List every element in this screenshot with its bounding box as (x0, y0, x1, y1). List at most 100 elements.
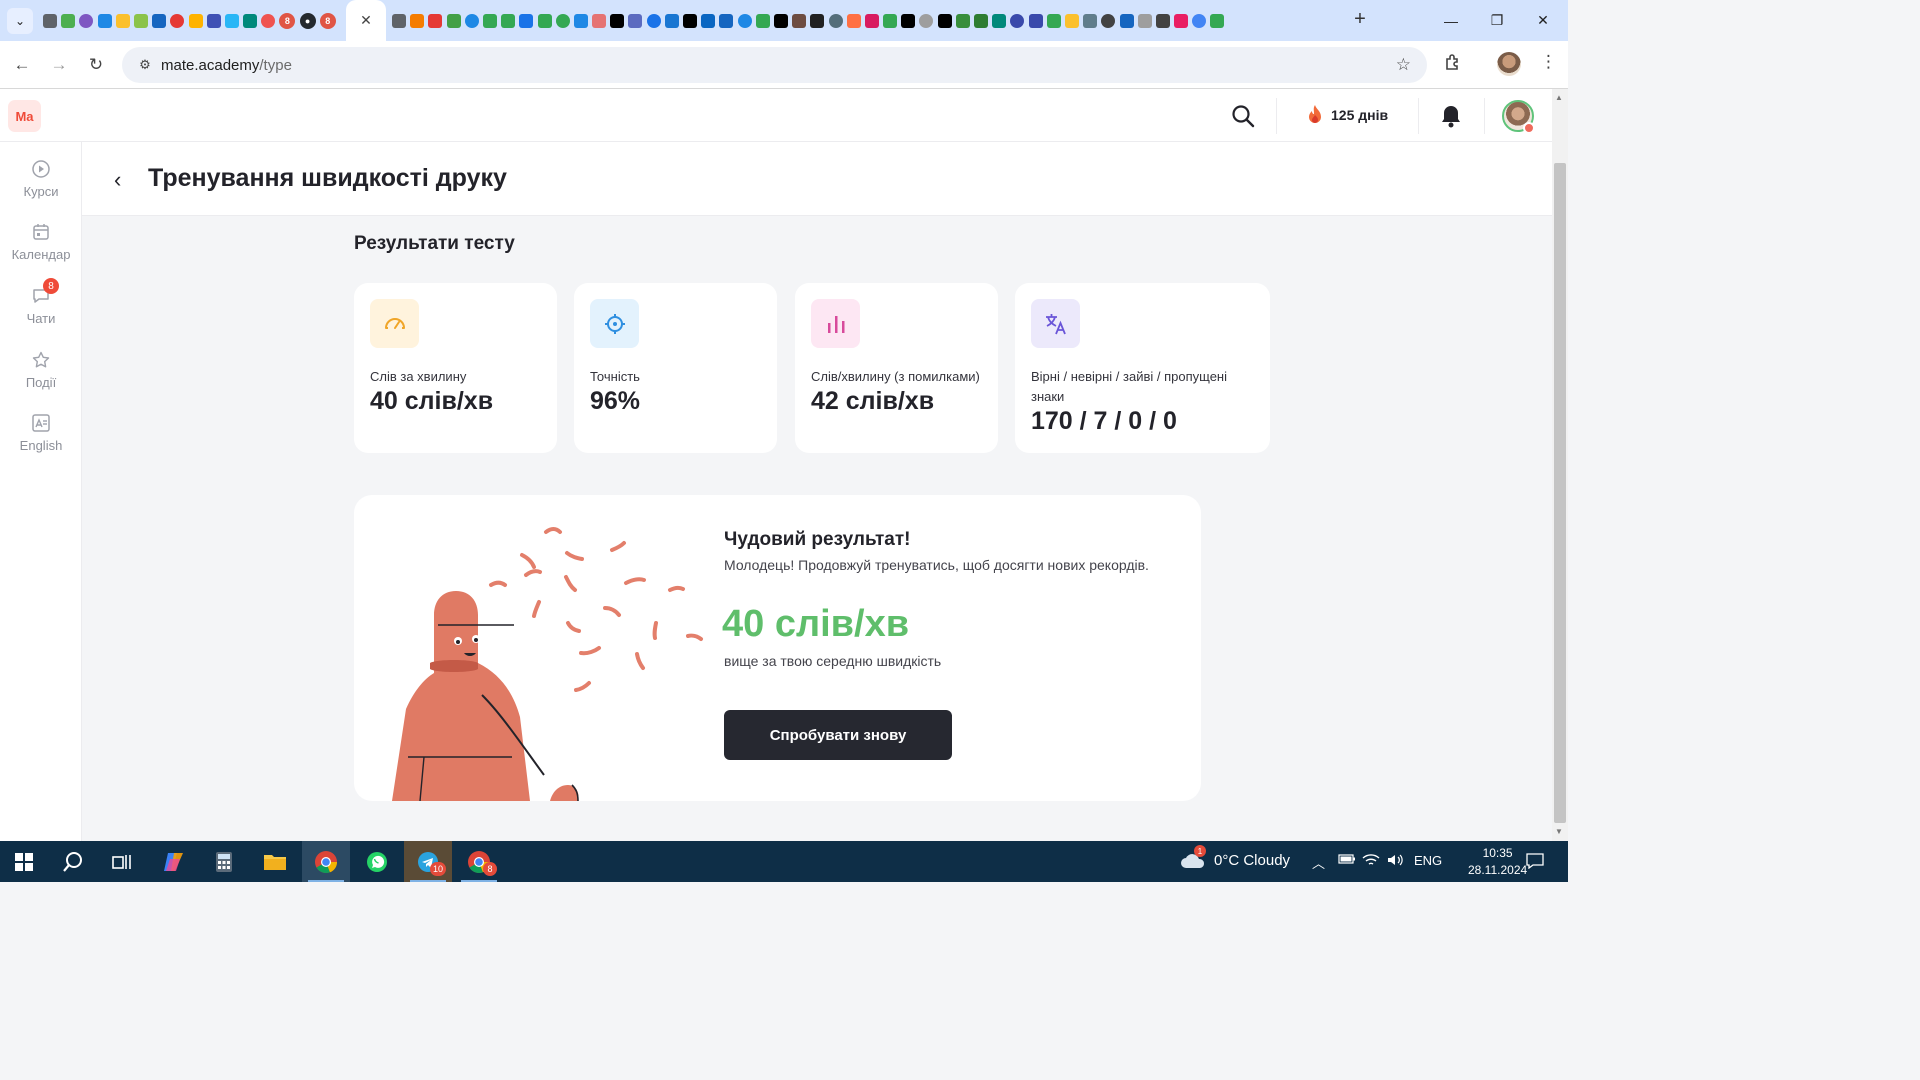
tab-favicon-icon[interactable] (1155, 13, 1170, 28)
tab-favicon-icon[interactable] (555, 13, 570, 28)
task-view-icon[interactable] (98, 841, 146, 882)
volume-icon[interactable] (1386, 853, 1404, 870)
retry-button[interactable]: Спробувати знову (724, 710, 952, 760)
chrome-taskbar-icon[interactable] (302, 841, 350, 882)
tab-favicon-icon[interactable] (188, 13, 203, 28)
tab-badge-icon[interactable]: 8 (279, 12, 296, 29)
tab-favicon-icon[interactable] (664, 13, 679, 28)
tab-favicon-icon[interactable] (1028, 13, 1043, 28)
browser-profile-avatar[interactable] (1497, 52, 1521, 76)
tab-favicon-icon[interactable] (974, 13, 988, 28)
weather-widget[interactable]: 1 0°C Cloudy (1180, 845, 1290, 869)
scroll-thumb[interactable] (1554, 163, 1566, 823)
tab-favicon-icon[interactable] (115, 13, 130, 28)
whatsapp-icon[interactable] (353, 841, 401, 882)
bookmark-star-icon[interactable]: ☆ (1396, 55, 1411, 75)
forward-arrow-icon[interactable]: → (47, 53, 71, 77)
back-arrow-icon[interactable]: ← (10, 53, 34, 77)
tab-favicon-icon[interactable] (1083, 13, 1098, 28)
tab-favicon-icon[interactable] (937, 13, 952, 28)
tab-favicon-icon[interactable] (482, 13, 497, 28)
tab-favicon-icon[interactable] (864, 13, 879, 28)
extensions-icon[interactable] (1444, 53, 1462, 76)
tab-favicon-icon[interactable] (955, 13, 970, 28)
tab-favicon-icon[interactable] (628, 13, 643, 28)
tab-favicon-icon[interactable] (719, 13, 734, 28)
copilot-icon[interactable] (150, 841, 198, 882)
bell-icon[interactable] (1440, 104, 1462, 128)
search-icon[interactable] (1231, 104, 1255, 128)
tab-favicon-icon[interactable] (61, 13, 76, 28)
tab-favicon-icon[interactable] (206, 13, 221, 28)
tab-favicon-icon[interactable] (1119, 13, 1134, 28)
sidebar-item-chats[interactable]: 8 Чати (0, 278, 82, 326)
tab-favicon-icon[interactable] (501, 13, 516, 28)
reload-icon[interactable]: ↻ (84, 53, 108, 77)
telegram-icon[interactable]: 10 (404, 841, 452, 882)
tab-favicon-icon[interactable] (79, 13, 94, 28)
tab-badge-icon[interactable]: 8 (319, 12, 336, 29)
scroll-down-arrow-icon[interactable]: ▼ (1555, 827, 1563, 836)
tab-favicon-icon[interactable] (428, 13, 443, 28)
tab-favicon-icon[interactable] (1064, 13, 1079, 28)
file-explorer-icon[interactable] (251, 841, 299, 882)
tab-favicon-icon[interactable] (1010, 13, 1025, 28)
chrome-profile-taskbar-icon[interactable]: 8 (455, 841, 503, 882)
site-info-icon[interactable]: ⚙ (130, 57, 160, 73)
tab-search-button[interactable]: ⌄ (7, 7, 33, 34)
tab-favicon-icon[interactable] (1137, 13, 1152, 28)
tab-favicon-icon[interactable] (773, 13, 788, 28)
tab-favicon-icon[interactable] (133, 13, 148, 28)
tab-favicon-icon[interactable] (883, 13, 898, 28)
tab-favicon-icon[interactable] (701, 13, 716, 28)
tab-favicon-icon[interactable] (537, 13, 552, 28)
tab-favicon-icon[interactable] (646, 13, 661, 28)
windows-start-icon[interactable] (0, 841, 48, 882)
page-scrollbar[interactable]: ▲ ▼ (1552, 89, 1568, 841)
tab-favicon-icon[interactable] (243, 13, 258, 28)
tab-favicon-icon[interactable] (792, 13, 807, 28)
tab-favicon-icon[interactable] (464, 13, 479, 28)
github-tab-icon[interactable]: ● (299, 12, 316, 29)
input-language[interactable]: ENG (1414, 853, 1442, 868)
address-bar[interactable]: ⚙ mate.academy/type ☆ (122, 47, 1427, 83)
tab-favicon-icon[interactable] (261, 13, 276, 28)
minimize-button[interactable]: — (1428, 0, 1474, 41)
scroll-up-arrow-icon[interactable]: ▲ (1555, 93, 1563, 102)
browser-menu-icon[interactable]: ⋮ (1540, 52, 1557, 72)
tab-favicon-icon[interactable] (755, 13, 770, 28)
restore-button[interactable]: ❐ (1474, 0, 1520, 41)
tab-favicon-icon[interactable] (446, 13, 461, 28)
system-clock[interactable]: 10:35 28.11.2024 (1468, 845, 1527, 879)
tab-favicon-icon[interactable] (170, 13, 185, 28)
tab-favicon-icon[interactable] (1046, 13, 1061, 28)
close-window-button[interactable]: ✕ (1520, 0, 1566, 41)
tab-favicon-icon[interactable] (810, 13, 825, 28)
tab-favicon-icon[interactable] (592, 13, 607, 28)
taskbar-search-icon[interactable] (49, 841, 97, 882)
tray-overflow-chevron-icon[interactable]: ︿ (1312, 853, 1325, 872)
calculator-icon[interactable] (200, 841, 248, 882)
tab-favicon-icon[interactable] (992, 13, 1007, 28)
tab-favicon-icon[interactable] (97, 13, 112, 28)
streak-counter[interactable]: 125 днів (1305, 104, 1388, 126)
sidebar-item-calendar[interactable]: Календар (0, 222, 82, 262)
tab-favicon-icon[interactable] (737, 13, 752, 28)
tab-favicon-icon[interactable] (846, 13, 861, 28)
tab-favicon-icon[interactable] (410, 13, 425, 28)
notification-center-icon[interactable] (1526, 853, 1544, 872)
tab-favicon-icon[interactable] (1210, 13, 1225, 28)
tab-favicon-icon[interactable] (1192, 13, 1207, 28)
back-chevron-icon[interactable]: ‹ (114, 167, 121, 193)
battery-icon[interactable] (1338, 853, 1356, 868)
active-tab-close-icon[interactable]: ✕ (346, 0, 386, 41)
new-tab-button[interactable]: + (1350, 9, 1370, 30)
mate-logo[interactable]: Ma (8, 100, 41, 132)
tab-favicon-icon[interactable] (224, 13, 239, 28)
tab-favicon-icon[interactable] (573, 13, 588, 28)
tab-favicon-icon[interactable] (43, 13, 57, 28)
tab-favicon-icon[interactable] (919, 13, 934, 28)
sidebar-item-english[interactable]: English (0, 413, 82, 453)
tab-favicon-icon[interactable] (519, 13, 534, 28)
tab-favicon-icon[interactable] (152, 13, 167, 28)
